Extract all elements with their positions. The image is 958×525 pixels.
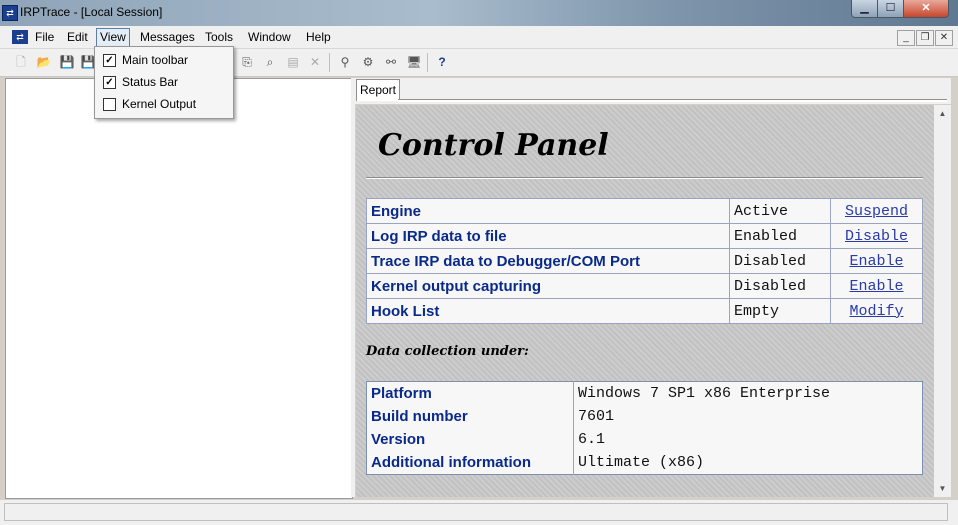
table-row: Trace IRP data to Debugger/COM Port Disa…	[366, 248, 923, 274]
filter-icon[interactable]: ▤	[284, 53, 302, 71]
table-row: Hook List Empty Modify	[366, 298, 923, 324]
enable-link[interactable]: Enable	[830, 273, 923, 299]
status-panel	[4, 503, 948, 521]
tab-underline	[398, 99, 947, 102]
section-label: Data collection under:	[366, 344, 529, 359]
menu-edit[interactable]: Edit	[64, 30, 91, 45]
delete-icon[interactable]: ✕	[306, 53, 324, 71]
open-icon[interactable]: 📂	[35, 53, 53, 71]
info-name: Version	[366, 428, 574, 451]
info-value: Ultimate (x86)	[578, 454, 705, 471]
new-icon[interactable]: 🗋	[12, 53, 30, 71]
tab-report[interactable]: Report	[356, 79, 400, 101]
enable-link[interactable]: Enable	[830, 248, 923, 274]
info-name: Platform	[366, 381, 574, 405]
menu-help[interactable]: Help	[303, 30, 334, 45]
menu-messages[interactable]: Messages	[137, 30, 198, 45]
menu-item-label: Status Bar	[122, 75, 179, 89]
menu-file[interactable]: File	[32, 30, 57, 45]
info-name: Build number	[366, 405, 574, 428]
session-tree-pane[interactable]	[5, 78, 353, 499]
title-divider	[366, 177, 923, 179]
table-row: Version 6.1	[366, 428, 923, 451]
hook-icon[interactable]: ⚲	[336, 53, 354, 71]
table-row: Build number 7601	[366, 405, 923, 428]
checkbox-checked-icon: ✓	[103, 54, 116, 67]
table-row: Platform Windows 7 SP1 x86 Enterprise	[366, 381, 923, 405]
menu-item-status-bar[interactable]: ✓ Status Bar	[96, 71, 230, 93]
system-info-table: Platform Windows 7 SP1 x86 Enterprise Bu…	[366, 381, 923, 475]
menu-item-label: Kernel Output	[122, 97, 197, 111]
menu-window[interactable]: Window	[245, 30, 294, 45]
toolbar-separator	[427, 53, 428, 72]
find-icon[interactable]: ⌕	[261, 53, 279, 71]
info-value: 6.1	[578, 431, 606, 448]
document-icon[interactable]: ⇄	[12, 30, 28, 44]
app-icon: ⇄	[2, 5, 18, 21]
maximize-button[interactable]: ☐	[877, 0, 904, 18]
save-icon[interactable]: 💾	[58, 53, 76, 71]
table-row: Log IRP data to file Enabled Disable	[366, 223, 923, 249]
menu-item-main-toolbar[interactable]: ✓ Main toolbar	[96, 49, 230, 71]
vertical-scrollbar[interactable]	[934, 105, 951, 497]
scroll-down-icon[interactable]: ▼	[934, 480, 951, 497]
engine-icon[interactable]: ⚙	[359, 53, 377, 71]
pane-splitter[interactable]	[351, 78, 355, 497]
menu-item-kernel-output[interactable]: Kernel Output	[96, 93, 230, 115]
setting-state: Disabled	[729, 273, 831, 299]
modify-link[interactable]: Modify	[830, 298, 923, 324]
monitor-icon[interactable]: 🖥	[405, 53, 423, 71]
disable-link[interactable]: Disable	[830, 223, 923, 249]
setting-state: Active	[729, 198, 831, 224]
mdi-minimize-button[interactable]: _	[897, 30, 915, 46]
table-row: Additional information Ultimate (x86)	[366, 451, 923, 475]
mdi-close-button[interactable]: ✕	[935, 30, 953, 46]
scroll-up-icon[interactable]: ▲	[934, 105, 951, 122]
table-row: Engine Active Suspend	[366, 198, 923, 224]
mdi-restore-button[interactable]: ❐	[916, 30, 934, 46]
suspend-link[interactable]: Suspend	[830, 198, 923, 224]
binoculars-icon[interactable]: ⚯	[382, 53, 400, 71]
help-icon[interactable]: ?	[433, 53, 451, 71]
page-title: Control Panel	[378, 128, 609, 163]
minimize-button[interactable]: ▁	[851, 0, 878, 18]
checkbox-unchecked-icon	[103, 98, 116, 111]
window-title: IRPTrace - [Local Session]	[20, 5, 163, 19]
menu-view[interactable]: View	[96, 28, 130, 47]
engine-settings-table: Engine Active Suspend Log IRP data to fi…	[366, 198, 923, 324]
info-name: Additional information	[366, 451, 574, 475]
setting-name: Log IRP data to file	[366, 223, 730, 249]
checkbox-checked-icon: ✓	[103, 76, 116, 89]
setting-state: Empty	[729, 298, 831, 324]
setting-name: Kernel output capturing	[366, 273, 730, 299]
table-row: Kernel output capturing Disabled Enable	[366, 273, 923, 299]
info-value: 7601	[578, 408, 615, 425]
menu-tools[interactable]: Tools	[202, 30, 236, 45]
toolbar-separator	[329, 53, 330, 72]
setting-name: Trace IRP data to Debugger/COM Port	[366, 248, 730, 274]
setting-state: Disabled	[729, 248, 831, 274]
menu-item-label: Main toolbar	[122, 53, 189, 67]
info-value: Windows 7 SP1 x86 Enterprise	[578, 385, 831, 402]
setting-state: Enabled	[729, 223, 831, 249]
close-button[interactable]: ✕	[903, 0, 949, 18]
setting-name: Engine	[366, 198, 730, 224]
copy-icon[interactable]: ⎘	[238, 53, 256, 71]
setting-name: Hook List	[366, 298, 730, 324]
